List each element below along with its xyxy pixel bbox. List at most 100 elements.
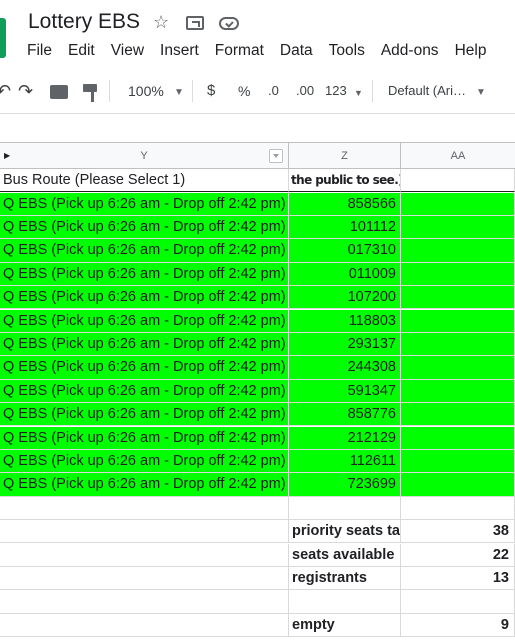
paint-format-icon[interactable] (83, 84, 97, 102)
empty-cell[interactable] (401, 403, 515, 427)
code-cell[interactable]: 858776 (289, 403, 401, 427)
header-cell-bus-route[interactable]: Bus Route (Please Select 1) (0, 169, 289, 193)
summary-value-cell[interactable] (401, 590, 515, 614)
column-header-aa[interactable]: AA (401, 143, 515, 169)
empty-cell[interactable] (401, 356, 515, 380)
summary-value-cell[interactable]: 9 (401, 613, 515, 637)
menu-item[interactable]: Edit (68, 42, 95, 60)
bus-route-cell[interactable]: Q EBS (Pick up 6:26 am - Drop off 2:42 p… (0, 426, 289, 450)
column-header-y[interactable]: ▶ Y (0, 143, 289, 169)
bus-route-cell[interactable]: Q EBS (Pick up 6:26 am - Drop off 2:42 p… (0, 239, 289, 263)
menu-item[interactable]: Insert (160, 42, 199, 60)
summary-label-cell[interactable]: empty (289, 613, 401, 637)
bus-route-cell[interactable]: Q EBS (Pick up 6:26 am - Drop off 2:42 p… (0, 403, 289, 427)
code-cell[interactable]: 723699 (289, 473, 401, 497)
summary-label-cell[interactable]: seats available (289, 543, 401, 567)
chevron-down-icon[interactable]: ▼ (174, 84, 184, 102)
summary-label-cell[interactable] (289, 590, 401, 614)
summary-value-cell[interactable]: 22 (401, 543, 515, 567)
increase-decimal-button[interactable]: .00 (296, 82, 314, 100)
bus-route-cell[interactable]: Q EBS (Pick up 6:26 am - Drop off 2:42 p… (0, 309, 289, 333)
redo-icon[interactable]: ↷ (18, 82, 33, 100)
document-title[interactable]: Lottery EBS (28, 10, 140, 34)
code-cell[interactable]: 011009 (289, 262, 401, 286)
bus-route-cell[interactable]: Q EBS (Pick up 6:26 am - Drop off 2:42 p… (0, 286, 289, 310)
code-cell[interactable]: 118803 (289, 309, 401, 333)
menu-item[interactable]: Data (280, 42, 313, 60)
summary-value-cell[interactable]: 38 (401, 520, 515, 544)
menu-item[interactable]: Add-ons (381, 42, 439, 60)
currency-format-button[interactable]: $ (207, 82, 215, 100)
code-cell[interactable]: 591347 (289, 379, 401, 403)
move-to-folder-icon[interactable] (186, 16, 204, 30)
menu-item[interactable]: View (111, 42, 144, 60)
code-cell[interactable]: 293137 (289, 332, 401, 357)
empty-cell[interactable] (0, 496, 289, 520)
summary-label-cell[interactable] (289, 496, 401, 520)
summary-label-cell[interactable]: registrants (289, 566, 401, 591)
menu-item[interactable]: Format (215, 42, 264, 60)
empty-cell[interactable] (401, 379, 515, 403)
code-cell[interactable]: 212129 (289, 426, 401, 450)
table-row: empty 9 (0, 613, 515, 637)
empty-cell[interactable] (401, 426, 515, 450)
empty-cell[interactable] (401, 239, 515, 263)
empty-cell[interactable] (401, 473, 515, 497)
empty-cell[interactable] (0, 566, 289, 591)
chevron-down-icon[interactable]: ▼ (476, 84, 486, 102)
empty-cell[interactable] (401, 332, 515, 357)
filter-dropdown-icon[interactable] (269, 149, 283, 163)
print-icon[interactable] (50, 85, 68, 99)
table-row: Q EBS (Pick up 6:26 am - Drop off 2:42 p… (0, 426, 515, 450)
bus-route-cell[interactable]: Q EBS (Pick up 6:26 am - Drop off 2:42 p… (0, 356, 289, 380)
code-cell[interactable]: 112611 (289, 449, 401, 474)
empty-cell[interactable] (401, 309, 515, 333)
empty-cell[interactable] (401, 192, 515, 216)
empty-cell[interactable] (401, 215, 515, 240)
bus-route-cell[interactable]: Q EBS (Pick up 6:26 am - Drop off 2:42 p… (0, 332, 289, 357)
zoom-select[interactable]: 100% (128, 82, 164, 100)
font-select[interactable]: Default (Ari… (388, 82, 466, 100)
table-row: Q EBS (Pick up 6:26 am - Drop off 2:42 p… (0, 473, 515, 497)
decrease-decimal-button[interactable]: .0 (268, 82, 279, 100)
table-row: Q EBS (Pick up 6:26 am - Drop off 2:42 p… (0, 356, 515, 380)
column-header-z[interactable]: Z (289, 143, 401, 169)
more-formats-button[interactable]: 123 (325, 82, 347, 100)
bus-route-cell[interactable]: Q EBS (Pick up 6:26 am - Drop off 2:42 p… (0, 473, 289, 497)
summary-value-cell[interactable] (401, 496, 515, 520)
empty-cell[interactable] (401, 262, 515, 286)
menu-item[interactable]: File (27, 42, 52, 60)
code-cell[interactable]: 107200 (289, 286, 401, 310)
chevron-down-icon[interactable]: ▼ (354, 84, 363, 102)
menu-item[interactable]: Help (455, 42, 487, 60)
header-cell-code[interactable]: the public to see.) (289, 169, 401, 193)
cloud-status-icon[interactable] (219, 17, 239, 30)
bus-route-cell[interactable]: Q EBS (Pick up 6:26 am - Drop off 2:42 p… (0, 379, 289, 403)
bus-route-cell[interactable]: Q EBS (Pick up 6:26 am - Drop off 2:42 p… (0, 215, 289, 240)
code-cell[interactable]: 858566 (289, 192, 401, 216)
bus-route-cell[interactable]: Q EBS (Pick up 6:26 am - Drop off 2:42 p… (0, 192, 289, 216)
bus-route-cell[interactable]: Q EBS (Pick up 6:26 am - Drop off 2:42 p… (0, 449, 289, 474)
empty-cell[interactable] (0, 590, 289, 614)
empty-cell[interactable] (401, 286, 515, 310)
empty-cell[interactable] (0, 613, 289, 637)
summary-label-cell[interactable]: priority seats ta (289, 520, 401, 544)
code-cell[interactable]: 017310 (289, 239, 401, 263)
table-row: Q EBS (Pick up 6:26 am - Drop off 2:42 p… (0, 403, 515, 427)
header-cell-aa[interactable] (401, 169, 515, 193)
menu-bar: File Edit View Insert Format Data Tools Add-ons… (27, 42, 502, 60)
menu-item[interactable]: Tools (329, 42, 365, 60)
scroll-left-icon[interactable]: ▶ (4, 143, 10, 169)
star-icon[interactable]: ☆ (153, 12, 169, 32)
code-cell[interactable]: 244308 (289, 356, 401, 380)
table-row: Q EBS (Pick up 6:26 am - Drop off 2:42 p… (0, 309, 515, 333)
code-cell[interactable]: 101112 (289, 215, 401, 240)
empty-cell[interactable] (0, 520, 289, 544)
percent-format-button[interactable]: % (238, 82, 250, 100)
empty-cell[interactable] (401, 449, 515, 474)
bus-route-cell[interactable]: Q EBS (Pick up 6:26 am - Drop off 2:42 p… (0, 262, 289, 286)
sheets-logo-icon[interactable] (0, 18, 6, 58)
summary-value-cell[interactable]: 13 (401, 566, 515, 591)
undo-icon[interactable]: ↶ (0, 82, 11, 100)
empty-cell[interactable] (0, 543, 289, 567)
